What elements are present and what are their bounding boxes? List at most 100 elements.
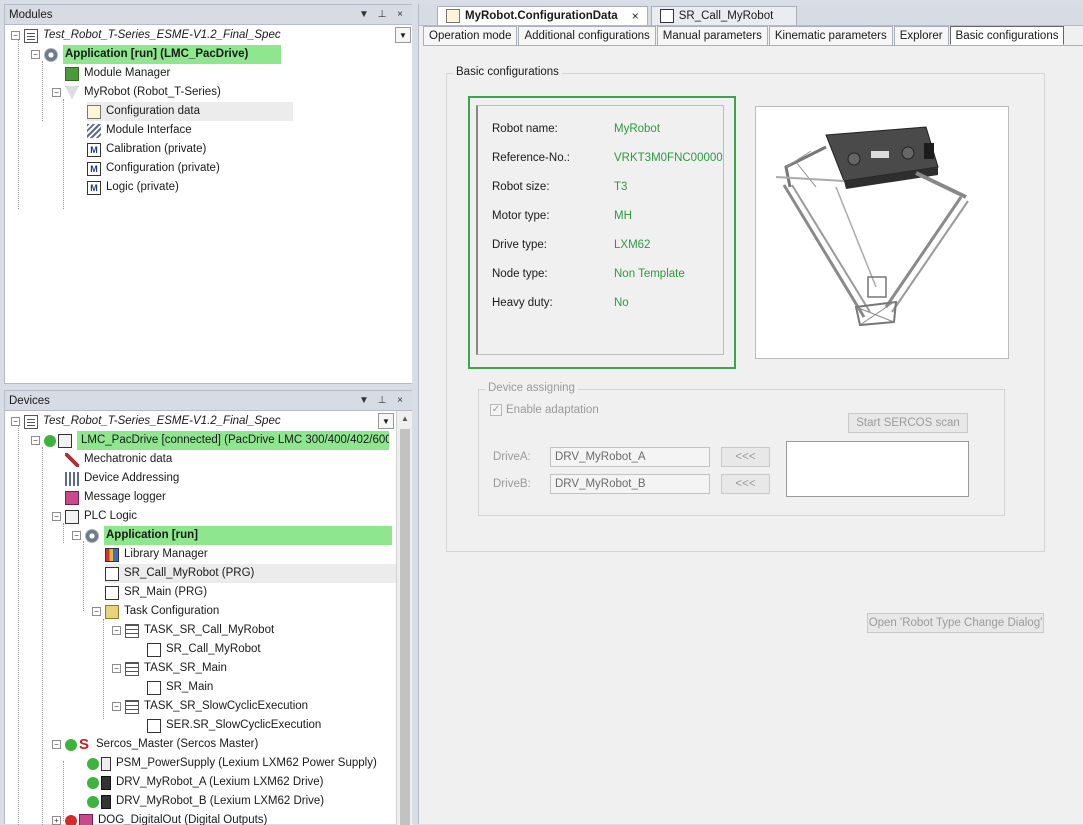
program-call-icon (147, 719, 161, 733)
collapse-icon[interactable]: − (112, 626, 121, 635)
tab-configuration-data[interactable]: MyRobot.ConfigurationData × (437, 6, 648, 25)
connected-state-icon (65, 739, 77, 751)
tree-item-message-logger[interactable]: Message logger (65, 488, 166, 507)
tree-item-logic[interactable]: M Logic (private) (87, 178, 179, 197)
connected-state-icon (87, 796, 99, 808)
collapse-icon[interactable]: − (92, 607, 101, 616)
configuration-subtabs: Operation mode Additional configurations… (423, 26, 1083, 46)
connected-state-icon (44, 435, 56, 447)
tree-item-sr-main-prg[interactable]: SR_Main (PRG) (105, 583, 207, 602)
scan-result-list[interactable] (786, 441, 969, 497)
tree-item-plc-logic[interactable]: − PLC Logic (52, 507, 137, 526)
modules-panel-title: Modules (9, 9, 355, 21)
tree-item-configuration-data[interactable]: Configuration data (87, 102, 293, 121)
collapse-icon[interactable]: − (31, 50, 40, 59)
open-robot-type-change-dialog-button[interactable]: Open 'Robot Type Change Dialog' (867, 613, 1044, 633)
error-state-icon (65, 815, 77, 825)
checkbox-checked-icon[interactable]: ✓ (490, 404, 502, 416)
tree-item-sr-call-myrobot[interactable]: SR_Call_MyRobot (147, 640, 261, 659)
field-robot-name: Robot name: MyRobot (492, 123, 660, 135)
assign-drive-a-button[interactable]: <<< (721, 447, 770, 467)
tree-item-module-manager[interactable]: Module Manager (65, 64, 170, 83)
modules-tree: − Test_Robot_T-Series_ESME-V1.2_Final_Sp… (5, 25, 413, 381)
tree-item-application[interactable]: − Application [run] (72, 526, 392, 545)
tree-item-library-manager[interactable]: Library Manager (105, 545, 208, 564)
scrollbar-thumb[interactable] (400, 429, 410, 825)
tree-item-device-addressing[interactable]: Device Addressing (65, 469, 179, 488)
message-logger-icon (65, 491, 79, 505)
subtab-operation-mode[interactable]: Operation mode (423, 26, 517, 45)
tree-item-dog-digitalout[interactable]: + DOG_DigitalOut (Digital Outputs) (52, 811, 267, 825)
program-call-icon (147, 643, 161, 657)
tab-sr-call-myrobot[interactable]: SR_Call_MyRobot (651, 6, 797, 25)
tree-item-task-sr-call-myrobot[interactable]: − TASK_SR_Call_MyRobot (112, 621, 274, 640)
subtab-additional-configurations[interactable]: Additional configurations (518, 26, 655, 45)
subtab-basic-configurations[interactable]: Basic configurations (950, 26, 1065, 45)
collapse-icon[interactable]: − (112, 664, 121, 673)
module-file-icon: M (87, 162, 101, 176)
tree-item-myrobot[interactable]: − MyRobot (Robot_T-Series) (52, 83, 221, 102)
close-icon[interactable]: × (391, 9, 409, 20)
tree-item-sercos-master[interactable]: − S Sercos_Master (Sercos Master) (52, 735, 258, 754)
dropdown-icon[interactable]: ▼ (355, 395, 373, 406)
collapse-icon[interactable]: − (11, 31, 20, 40)
field-drive-type: Drive type: LXM62 (492, 239, 650, 251)
devices-panel-header: Devices ▼ ⊥ × (5, 391, 413, 411)
enable-adaptation-checkbox[interactable]: ✓ Enable adaptation (490, 404, 599, 416)
tree-dropdown-button[interactable]: ▼ (395, 27, 411, 43)
tree-item-application[interactable]: − Application [run] (LMC_PacDrive) (31, 45, 281, 64)
tree-item-module-interface[interactable]: Module Interface (87, 121, 192, 140)
tree-item-psm-powersupply[interactable]: PSM_PowerSupply (Lexium LXM62 Power Supp… (87, 754, 377, 773)
plc-logic-icon (65, 510, 79, 524)
start-sercos-scan-button[interactable]: Start SERCOS scan (848, 413, 968, 433)
tree-item-ser-sr-slowcyclic[interactable]: SER.SR_SlowCyclicExecution (147, 716, 321, 735)
collapse-icon[interactable]: − (52, 88, 61, 97)
program-icon (105, 586, 119, 600)
collapse-icon[interactable]: − (11, 417, 20, 426)
tree-item-task-sr-slowcyclic[interactable]: − TASK_SR_SlowCyclicExecution (112, 697, 308, 716)
task-icon (125, 662, 139, 676)
devices-scrollbar[interactable]: ▲ (396, 411, 413, 825)
collapse-icon[interactable]: − (52, 512, 61, 521)
tree-item-drv-myrobot-a[interactable]: DRV_MyRobot_A (Lexium LXM62 Drive) (87, 773, 324, 792)
tree-item-mechatronic-data[interactable]: Mechatronic data (65, 450, 172, 469)
collapse-icon[interactable]: − (52, 740, 61, 749)
close-icon[interactable]: × (391, 395, 409, 406)
dropdown-icon[interactable]: ▼ (355, 9, 373, 20)
tree-item-calibration[interactable]: M Calibration (private) (87, 140, 206, 159)
configuration-data-icon (446, 9, 460, 23)
collapse-icon[interactable]: − (112, 702, 121, 711)
scroll-up-icon[interactable]: ▲ (397, 411, 413, 427)
document-tabs: MyRobot.ConfigurationData × SR_Call_MyRo… (419, 4, 1083, 26)
project-icon (24, 29, 38, 43)
subtab-manual-parameters[interactable]: Manual parameters (657, 26, 768, 45)
tree-item-lmc-pacdrive[interactable]: − LMC_PacDrive [connected] (PacDrive LMC… (31, 431, 389, 450)
tree-item-project[interactable]: − Test_Robot_T-Series_ESME-V1.2_Final_Sp… (11, 412, 281, 431)
tree-item-drv-myrobot-b[interactable]: DRV_MyRobot_B (Lexium LXM62 Drive) (87, 792, 324, 811)
digital-out-icon (79, 814, 93, 825)
tree-item-task-sr-main[interactable]: − TASK_SR_Main (112, 659, 227, 678)
controller-icon (58, 434, 72, 448)
collapse-icon[interactable]: − (31, 436, 40, 445)
pin-icon[interactable]: ⊥ (373, 395, 391, 406)
subtab-explorer[interactable]: Explorer (894, 26, 949, 45)
subtab-kinematic-parameters[interactable]: Kinematic parameters (769, 26, 893, 45)
project-icon (24, 415, 38, 429)
tree-item-sr-main[interactable]: SR_Main (147, 678, 213, 697)
drive-a-field[interactable]: DRV_MyRobot_A (550, 447, 710, 467)
drive-b-field[interactable]: DRV_MyRobot_B (550, 474, 710, 494)
close-tab-icon[interactable]: × (632, 9, 639, 23)
tree-item-task-configuration[interactable]: − Task Configuration (92, 602, 219, 621)
collapse-icon[interactable]: − (72, 531, 81, 540)
robot-info-panel: Robot name: MyRobot Reference-No.: VRKT3… (476, 105, 724, 355)
tree-item-sr-call-myrobot-prg[interactable]: SR_Call_MyRobot (PRG) (105, 564, 400, 583)
tree-item-configuration[interactable]: M Configuration (private) (87, 159, 220, 178)
modules-panel-header: Modules ▼ ⊥ × (5, 5, 413, 25)
program-icon (660, 9, 674, 23)
field-motor-type: Motor type: MH (492, 210, 632, 222)
module-file-icon: M (87, 181, 101, 195)
assign-drive-b-button[interactable]: <<< (721, 474, 770, 494)
tree-item-project[interactable]: − Test_Robot_T-Series_ESME-V1.2_Final_Sp… (11, 26, 281, 45)
tree-dropdown-button[interactable]: ▼ (378, 413, 394, 429)
pin-icon[interactable]: ⊥ (373, 9, 391, 20)
